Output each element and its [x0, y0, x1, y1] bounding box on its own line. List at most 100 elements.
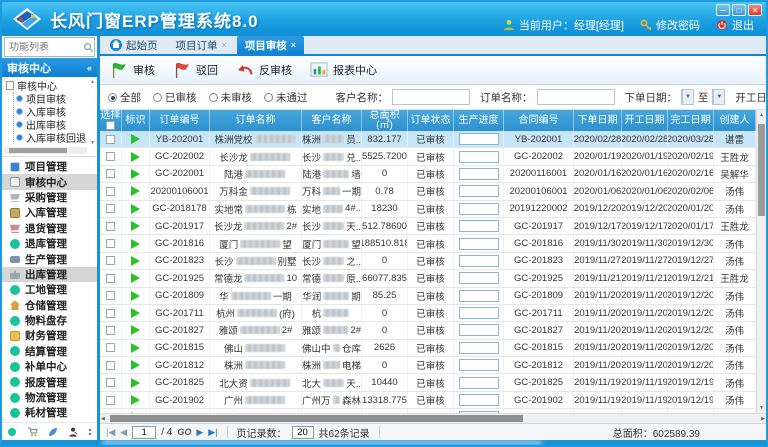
audit-button[interactable]: 审核: [110, 61, 155, 79]
prev-page-button[interactable]: ◀: [120, 428, 127, 437]
row-select-cell[interactable]: [100, 270, 122, 286]
table-row[interactable]: GC-202001 陆港 陆港墙 0 已审核 20200116001 2020/…: [100, 166, 756, 183]
row-select-cell[interactable]: [100, 374, 122, 390]
sidebar-module-item[interactable]: 出库管理: [2, 267, 97, 282]
report-center-button[interactable]: 报表中心: [310, 62, 377, 78]
horizontal-scrollbar[interactable]: ◀ ▶: [100, 413, 766, 423]
table-row[interactable]: GC-201812 株洲 株洲电梯 0 已审核 GC-201812 2019/1…: [100, 357, 756, 374]
sidebar-module-item[interactable]: 退库管理: [2, 236, 97, 251]
row-select-cell[interactable]: [100, 166, 122, 182]
leaf-icon[interactable]: [48, 427, 58, 437]
first-page-button[interactable]: |◀: [106, 428, 115, 437]
sidebar-module-item[interactable]: 项目管理: [2, 159, 97, 174]
tab-project-orders[interactable]: 项目订单 ×: [168, 36, 235, 54]
row-checkbox[interactable]: [106, 291, 115, 300]
cart-icon[interactable]: [27, 427, 38, 437]
sidebar-module-item[interactable]: 财务管理: [2, 328, 97, 343]
row-checkbox[interactable]: [106, 256, 115, 265]
page-size-input[interactable]: [292, 426, 314, 439]
row-checkbox[interactable]: [106, 239, 115, 248]
logout-button[interactable]: 退出: [716, 17, 754, 33]
table-row[interactable]: GC-201827 雅颂2# 雅颂2# 0 已审核 GC-201827 2019…: [100, 322, 756, 339]
sidebar-module-item[interactable]: 耗材管理: [2, 405, 97, 420]
tab-project-audit[interactable]: 项目审核 ×: [237, 36, 304, 54]
col-area[interactable]: 总面积(㎡): [362, 110, 408, 131]
row-select-cell[interactable]: [100, 322, 122, 338]
chevron-down-icon[interactable]: ▼: [682, 90, 693, 104]
select-all-checkbox[interactable]: [106, 121, 115, 130]
table-row[interactable]: GC-201902 广州 广州万森林 13318.775 已审核 GC-2019…: [100, 392, 756, 409]
close-button[interactable]: ✕: [748, 4, 762, 16]
tree-vertical-scrollbar[interactable]: ▲▼: [89, 79, 96, 146]
radio-rejected[interactable]: 未通过: [264, 90, 308, 105]
row-checkbox[interactable]: [106, 222, 115, 231]
row-checkbox[interactable]: [106, 396, 115, 405]
radio-all[interactable]: 全部: [108, 90, 141, 105]
order-name-input[interactable]: [537, 89, 615, 105]
change-password-button[interactable]: 修改密码: [640, 17, 700, 33]
row-select-cell[interactable]: [100, 340, 122, 356]
tree-horizontal-scrollbar[interactable]: [4, 147, 87, 154]
order-date-from-input[interactable]: / /▼: [681, 89, 694, 105]
last-page-button[interactable]: ▶|: [208, 428, 217, 437]
sidebar-module-item[interactable]: 生产管理: [2, 251, 97, 266]
collapse-panel-icon[interactable]: «: [87, 63, 92, 73]
radio-audited[interactable]: 已审核: [153, 90, 197, 105]
close-tab-icon[interactable]: ×: [222, 40, 227, 50]
row-checkbox[interactable]: [106, 309, 115, 318]
dot-icon[interactable]: [7, 427, 17, 437]
row-checkbox[interactable]: [106, 187, 115, 196]
col-status[interactable]: 订单状态: [408, 110, 454, 131]
row-select-cell[interactable]: [100, 218, 122, 234]
row-select-cell[interactable]: [100, 201, 122, 217]
row-select-cell[interactable]: [100, 288, 122, 304]
sidebar-module-item[interactable]: 结算管理: [2, 344, 97, 359]
table-row[interactable]: GC-201815 佛山 佛山中仓库 2626 已审核 GC-201815 20…: [100, 340, 756, 357]
table-row[interactable]: GC-201809 华一期 华润期 85.25 已审核 GC-201809 20…: [100, 288, 756, 305]
row-checkbox[interactable]: [106, 152, 115, 161]
table-row[interactable]: GC-201925 常德龙10 常德原.. 266077.835.. 已审核 G…: [100, 270, 756, 287]
col-order-no[interactable]: 订单编号: [150, 110, 210, 131]
col-order-name[interactable]: 订单名称: [210, 110, 302, 131]
sidebar-module-item[interactable]: 物料盘存: [2, 313, 97, 328]
row-checkbox[interactable]: [106, 343, 115, 352]
sidebar-module-item[interactable]: 采购管理: [2, 190, 97, 205]
order-date-to-input[interactable]: / /▼: [712, 89, 725, 105]
close-tab-icon[interactable]: ×: [291, 40, 296, 50]
col-creator[interactable]: 创建人: [714, 110, 756, 131]
row-checkbox[interactable]: [106, 361, 115, 370]
row-select-cell[interactable]: [100, 357, 122, 373]
row-checkbox[interactable]: [106, 326, 115, 335]
reject-button[interactable]: 驳回: [173, 61, 218, 79]
sidebar-module-item[interactable]: 补单中心: [2, 359, 97, 374]
reverse-audit-button[interactable]: 反审核: [236, 62, 292, 78]
row-checkbox[interactable]: [106, 135, 115, 144]
next-page-button[interactable]: ▶: [196, 428, 203, 437]
vertical-scrollbar[interactable]: ▲ ▼: [756, 110, 766, 413]
col-progress[interactable]: 生产进度: [454, 110, 504, 131]
table-row[interactable]: YB-202001 株洲党校 株洲员.. 832.177 已审核 YB-2020…: [100, 131, 756, 148]
table-row[interactable]: GC-202002 长沙龙 长沙兑.. 65525.7200.. 已审核 GC-…: [100, 148, 756, 165]
radio-unaudited[interactable]: 未审核: [209, 90, 253, 105]
col-finish-date[interactable]: 完工日期: [668, 110, 714, 131]
person-icon[interactable]: [68, 427, 78, 437]
sidebar-module-item[interactable]: 报废管理: [2, 374, 97, 389]
table-row[interactable]: 20200106001 万科金 万科一期 0.78 已审核 2020010600…: [100, 183, 756, 200]
customer-name-input[interactable]: [392, 89, 470, 105]
chevron-down-icon[interactable]: ▼: [713, 90, 724, 104]
col-customer[interactable]: 客户名称: [302, 110, 362, 131]
col-order-date[interactable]: 下单日期: [574, 110, 622, 131]
row-checkbox[interactable]: [106, 204, 115, 213]
row-select-cell[interactable]: [100, 131, 122, 147]
col-start-date[interactable]: 开工日期: [622, 110, 668, 131]
sidebar-module-item[interactable]: 物流管理: [2, 390, 97, 405]
table-row[interactable]: GC-201711 杭州(府) 杭 0 已审核 GC-201711 2019/1…: [100, 305, 756, 322]
function-search-input[interactable]: [5, 42, 83, 53]
row-checkbox[interactable]: [106, 274, 115, 283]
maximize-button[interactable]: □: [732, 4, 746, 16]
table-row[interactable]: GC-201917 长沙龙2# 长沙天.. 8512.78600.. 已审核 G…: [100, 218, 756, 235]
table-row[interactable]: GC-201823 长沙别墅 长沙之.. 0 已审核 GC-201823 201…: [100, 253, 756, 270]
table-row[interactable]: GC-201816 厦门望 厦门望 188510.818 已审核 GC-2018…: [100, 235, 756, 252]
row-select-cell[interactable]: [100, 148, 122, 164]
tree-item-inbound-audit-rollback[interactable]: 入库审核回退: [16, 131, 89, 144]
